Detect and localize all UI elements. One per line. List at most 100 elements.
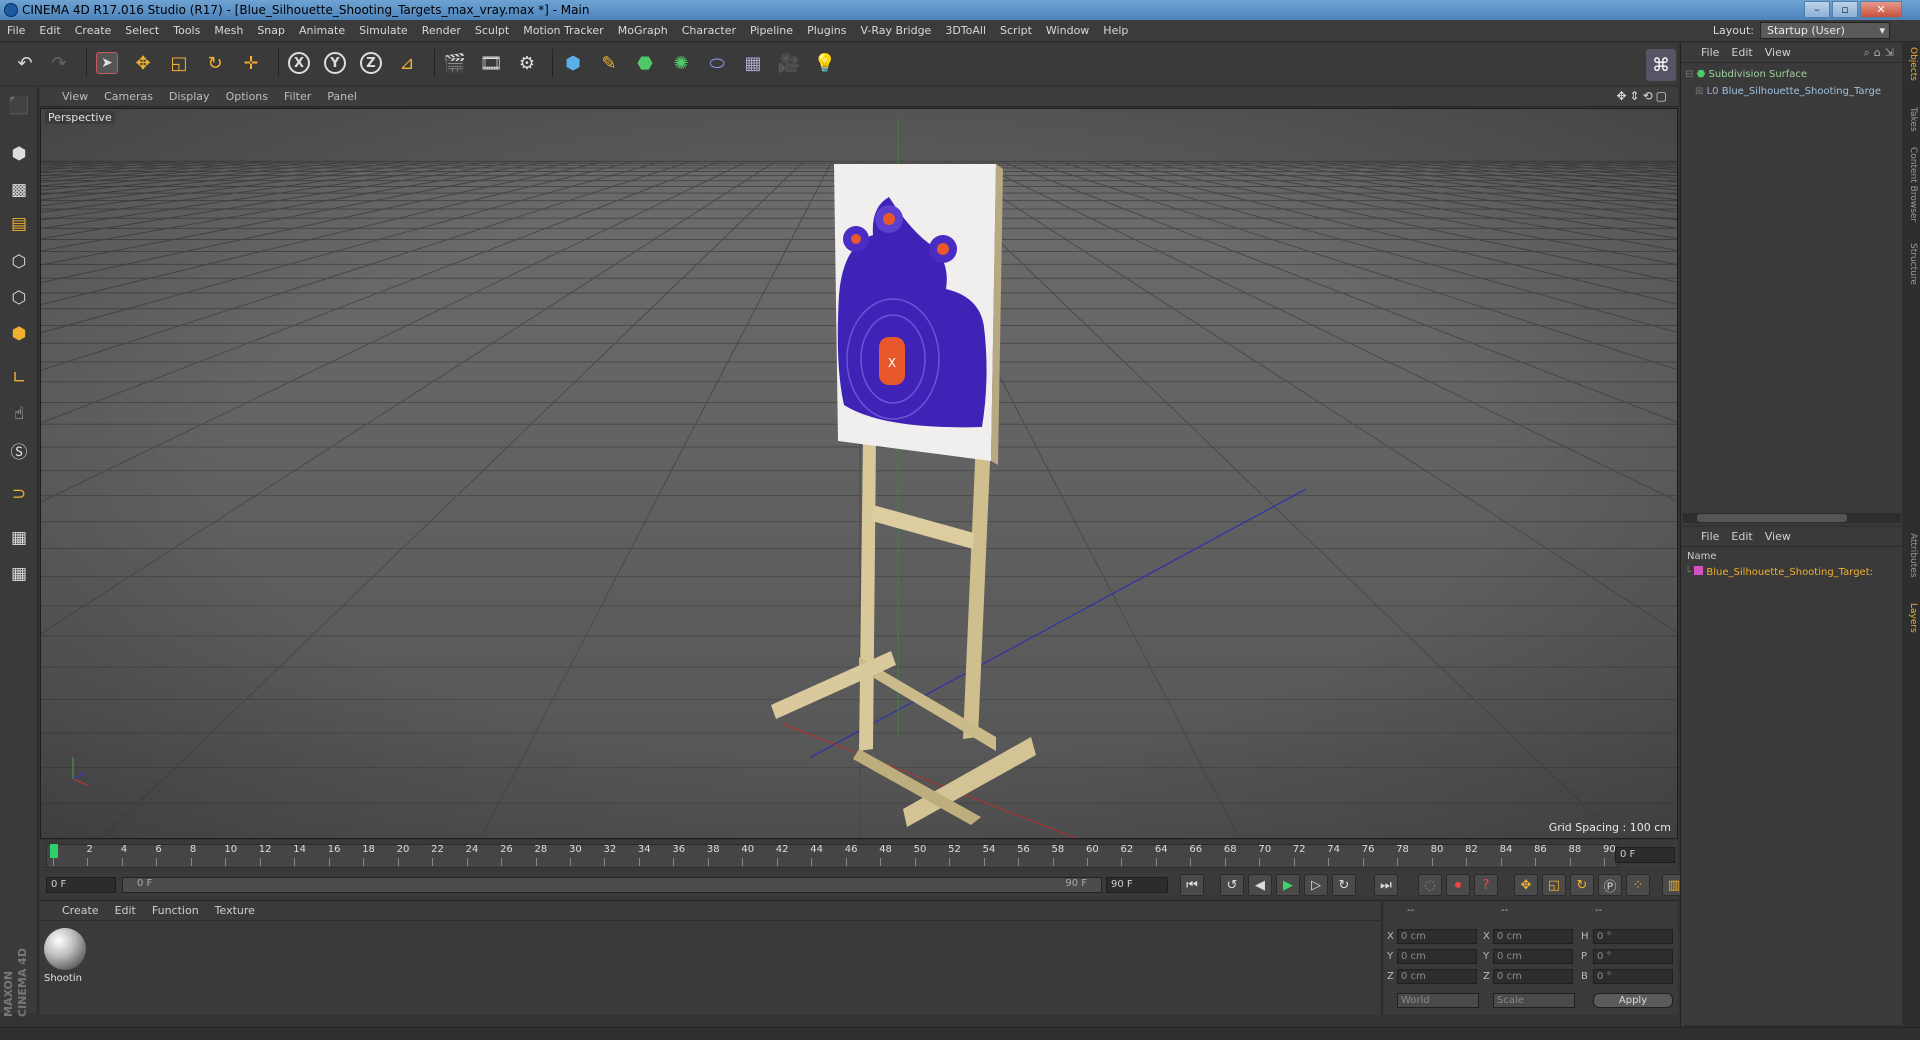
vp-menu-filter[interactable]: Filter	[276, 87, 319, 107]
render-view-icon[interactable]: 🎬	[440, 47, 470, 79]
size-z-field[interactable]: 0 cm	[1493, 969, 1573, 984]
play-icon[interactable]: ▶	[1276, 874, 1300, 896]
cube-primitive-icon[interactable]: ⬢	[558, 47, 588, 79]
subdivision-surface-icon[interactable]: ⬣	[630, 47, 660, 79]
key-pla-icon[interactable]: ⁘	[1626, 874, 1650, 896]
menu-motion-tracker[interactable]: Motion Tracker	[516, 20, 610, 42]
menu-window[interactable]: Window	[1039, 20, 1096, 42]
z-axis-lock-icon[interactable]: Z	[356, 47, 386, 79]
tab-layers[interactable]: Layers	[1904, 603, 1918, 633]
layer-row[interactable]: └ Blue_Silhouette_Shooting_Target:	[1685, 565, 1901, 581]
light-icon[interactable]: 💡	[810, 47, 840, 79]
layer-menu-view[interactable]: View	[1759, 527, 1797, 547]
object-toolbar-icons[interactable]: ⌕⌂⇲	[1864, 43, 1898, 63]
tweak-mode-icon[interactable]: ☝	[4, 399, 34, 429]
menu-3dtoall[interactable]: 3DToAll	[938, 20, 993, 42]
menu-animate[interactable]: Animate	[292, 20, 352, 42]
record-icon[interactable]: ⏺	[1446, 874, 1470, 896]
playhead-marker[interactable]	[50, 844, 58, 858]
key-scale-icon[interactable]: ◱	[1542, 874, 1566, 896]
snapping-icon[interactable]: Ⓢ	[4, 435, 34, 465]
size-x-field[interactable]: 0 cm	[1493, 929, 1573, 944]
cloner-icon[interactable]: ✺	[666, 47, 696, 79]
menu-edit[interactable]: Edit	[32, 20, 67, 42]
spline-pen-icon[interactable]: ✎	[594, 47, 624, 79]
menu-sculpt[interactable]: Sculpt	[468, 20, 516, 42]
start-frame-field[interactable]: 0 F	[46, 877, 116, 893]
polygons-mode-icon[interactable]: ⬢	[4, 319, 34, 349]
range-slider[interactable]: 0 F 90 F	[122, 877, 1102, 893]
grid-lock-icon[interactable]: ▦	[4, 523, 34, 553]
world-dropdown[interactable]: World	[1397, 993, 1479, 1008]
vp-menu-view[interactable]: View	[54, 87, 96, 107]
move-icon[interactable]: ✥	[128, 47, 158, 79]
tab-objects[interactable]: Objects	[1904, 47, 1918, 81]
x-axis-lock-icon[interactable]: X	[284, 47, 314, 79]
camera-icon[interactable]: 🎥	[774, 47, 804, 79]
material-thumbnail[interactable]	[44, 928, 86, 970]
menu-help[interactable]: Help	[1096, 20, 1135, 42]
menu-pipeline[interactable]: Pipeline	[743, 20, 800, 42]
menu-tools[interactable]: Tools	[166, 20, 207, 42]
mat-menu-function[interactable]: Function	[144, 901, 207, 921]
tab-takes[interactable]: Takes	[1904, 107, 1918, 132]
menu-create[interactable]: Create	[68, 20, 119, 42]
prev-key-icon[interactable]: ↺	[1220, 874, 1244, 896]
rotate-icon[interactable]: ↻	[200, 47, 230, 79]
pos-z-field[interactable]: 0 cm	[1397, 969, 1477, 984]
transform-icon[interactable]: ✛	[236, 47, 266, 79]
vp-menu-cameras[interactable]: Cameras	[96, 87, 161, 107]
viewport-nav-icons[interactable]: ✥⇕⟲▢	[1616, 89, 1670, 103]
autokey-icon[interactable]: ?	[1474, 874, 1498, 896]
scale-icon[interactable]: ◱	[164, 47, 194, 79]
rot-h-field[interactable]: 0 °	[1593, 929, 1673, 944]
key-move-icon[interactable]: ✥	[1514, 874, 1538, 896]
menu-script[interactable]: Script	[993, 20, 1039, 42]
menu-select[interactable]: Select	[118, 20, 166, 42]
object-row-subdivision[interactable]: ⊟ ⬣ Subdivision Surface	[1685, 67, 1899, 83]
points-mode-icon[interactable]: ⬡	[4, 247, 34, 277]
scale-dropdown[interactable]: Scale	[1493, 993, 1575, 1008]
render-settings-icon[interactable]: ⚙	[512, 47, 542, 79]
grid-snap-icon[interactable]: ▦	[4, 559, 34, 589]
redo-icon[interactable]: ↷	[44, 47, 74, 79]
obj-menu-view[interactable]: View	[1759, 43, 1797, 63]
prev-frame-icon[interactable]: ◀	[1248, 874, 1272, 896]
vp-menu-display[interactable]: Display	[161, 87, 218, 107]
obj-menu-edit[interactable]: Edit	[1725, 43, 1758, 63]
menu-simulate[interactable]: Simulate	[352, 20, 415, 42]
render-picture-viewer-icon[interactable]: 🎞	[476, 47, 506, 79]
tab-content-browser[interactable]: Content Browser	[1904, 147, 1918, 222]
material-name[interactable]: Shootin	[44, 973, 82, 984]
object-hscrollbar[interactable]	[1683, 513, 1901, 523]
undo-icon[interactable]: ↶	[10, 47, 40, 79]
menu-file[interactable]: File	[0, 20, 32, 42]
next-frame-icon[interactable]: ▷	[1304, 874, 1328, 896]
menu-snap[interactable]: Snap	[250, 20, 292, 42]
menu-render[interactable]: Render	[415, 20, 468, 42]
menu-plugins[interactable]: Plugins	[800, 20, 853, 42]
close-button[interactable]: ✕	[1860, 1, 1902, 18]
timeline-ruler[interactable]: 0246810121416182022242628303234363840424…	[40, 840, 1678, 870]
texture-mode-icon[interactable]: ▩	[4, 175, 34, 205]
magnet-icon[interactable]: ⊃	[4, 479, 34, 509]
menu-character[interactable]: Character	[675, 20, 743, 42]
mat-menu-texture[interactable]: Texture	[207, 901, 263, 921]
menu-mesh[interactable]: Mesh	[207, 20, 250, 42]
maximize-button[interactable]: ▫	[1832, 1, 1858, 18]
keyframe-icon[interactable]: ◌	[1418, 874, 1442, 896]
coordinate-system-icon[interactable]: ⊿	[392, 47, 422, 79]
menu-mograph[interactable]: MoGraph	[611, 20, 675, 42]
layout-dropdown[interactable]: Startup (User) ▾	[1760, 22, 1890, 39]
rot-p-field[interactable]: 0 °	[1593, 949, 1673, 964]
goto-start-icon[interactable]: ⏮	[1180, 874, 1204, 896]
tab-attributes[interactable]: Attributes	[1904, 533, 1918, 577]
make-editable-icon[interactable]: ⬛	[4, 91, 34, 121]
rot-b-field[interactable]: 0 °	[1593, 969, 1673, 984]
key-param-icon[interactable]: Ⓟ	[1598, 874, 1622, 896]
pos-y-field[interactable]: 0 cm	[1397, 949, 1477, 964]
obj-menu-file[interactable]: File	[1695, 43, 1725, 63]
current-frame-field[interactable]: 0 F	[1615, 847, 1675, 863]
y-axis-lock-icon[interactable]: Y	[320, 47, 350, 79]
mat-menu-create[interactable]: Create	[54, 901, 107, 921]
